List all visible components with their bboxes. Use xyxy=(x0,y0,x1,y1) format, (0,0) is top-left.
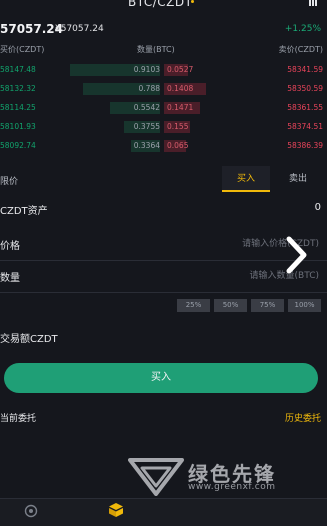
tab-active-indicator xyxy=(222,190,270,192)
percent-buttons: 25% 50% 75% 100% xyxy=(177,299,323,312)
bid-qty: 0.5542 xyxy=(133,103,160,112)
percent-50-button[interactable]: 50% xyxy=(214,299,247,312)
chevron-right-icon[interactable] xyxy=(284,236,308,274)
orderbook-row[interactable]: 58132.32 0.788 0.1408 58350.59 xyxy=(0,83,327,95)
trade-icon[interactable] xyxy=(108,502,124,518)
bid-qty: 0.9103 xyxy=(133,65,160,74)
ask-qty: 0.0527 xyxy=(167,65,194,74)
bid-price: 58147.48 xyxy=(0,65,36,74)
order-history-link[interactable]: 历史委托 xyxy=(285,411,321,424)
menu-icon[interactable] xyxy=(309,0,317,6)
orderbook-row[interactable]: 58092.74 0.3364 0.065 58386.39 xyxy=(0,140,327,152)
tab-buy[interactable]: 买入 xyxy=(222,166,270,192)
bid-price: 58092.74 xyxy=(0,141,36,150)
bid-price: 58132.32 xyxy=(0,84,36,93)
orders-header: 当前委托 历史委托 xyxy=(0,411,327,425)
orderbook-row[interactable]: 58147.48 0.9103 0.0527 58341.59 xyxy=(0,64,327,76)
bid-qty: 0.788 xyxy=(138,84,160,93)
bid-qty: 0.3755 xyxy=(133,122,160,131)
limit-price-label[interactable]: 限价 xyxy=(0,174,18,187)
ask-qty: 0.065 xyxy=(167,141,189,150)
ask-price: 58386.39 xyxy=(287,141,323,150)
asset-value: 0 xyxy=(314,202,321,213)
home-icon[interactable] xyxy=(24,504,38,518)
orderbook-row[interactable]: 58114.25 0.5542 0.1471 58361.55 xyxy=(0,102,327,114)
watermark: 绿色先锋 www.greenxf.com xyxy=(128,456,324,496)
watermark-url: www.greenxf.com xyxy=(188,482,276,492)
orderbook-header: 买价(CZDT) 数量(BTC) 卖价(CZDT) xyxy=(0,44,327,56)
asset-balance: CZDT资产 0 xyxy=(0,199,327,219)
watermark-logo xyxy=(128,458,184,496)
orderbook-row[interactable]: 58101.93 0.3755 0.155 58374.51 xyxy=(0,121,327,133)
tab-sell[interactable]: 卖出 xyxy=(272,166,324,192)
top-bar: BTC/CZDT xyxy=(0,0,327,12)
bid-price: 58114.25 xyxy=(0,103,36,112)
trade-tabs: 限价 买入 卖出 xyxy=(0,166,327,192)
percent-100-button[interactable]: 100% xyxy=(288,299,321,312)
quantity-label: 数量 xyxy=(0,273,20,284)
price-change: +1.25% xyxy=(284,24,321,34)
percent-25-button[interactable]: 25% xyxy=(177,299,210,312)
tab-buy-label: 买入 xyxy=(236,174,255,184)
pair-title[interactable]: BTC/CZDT xyxy=(128,0,192,9)
ask-price: 58341.59 xyxy=(287,65,323,74)
cny-price: ¥57057.24 xyxy=(55,24,104,34)
asset-label: CZDT资产 xyxy=(0,206,48,217)
ask-qty: 0.1471 xyxy=(167,103,194,112)
bid-qty: 0.3364 xyxy=(133,141,160,150)
ask-qty: 0.1408 xyxy=(167,84,194,93)
ask-price: 58350.59 xyxy=(287,84,323,93)
ask-price: 58374.51 xyxy=(287,122,323,131)
tab-sell-label: 卖出 xyxy=(288,174,307,184)
bid-price: 58101.93 xyxy=(0,122,36,131)
buy-button[interactable]: 买入 xyxy=(4,363,318,393)
pair-dropdown-dot xyxy=(191,0,194,3)
price-summary: 57057.24 ¥57057.24 +1.25% xyxy=(0,22,327,38)
ask-price: 58361.55 xyxy=(287,103,323,112)
ask-price-header: 卖价(CZDT) xyxy=(278,45,323,54)
bid-price-header: 买价(CZDT) xyxy=(0,45,45,54)
last-price: 57057.24 xyxy=(0,22,64,36)
price-field: 价格 xyxy=(0,227,327,261)
percent-75-button[interactable]: 75% xyxy=(251,299,284,312)
current-orders-label: 当前委托 xyxy=(0,414,37,424)
price-label: 价格 xyxy=(0,241,20,252)
ask-qty: 0.155 xyxy=(167,122,189,131)
qty-header: 数量(BTC) xyxy=(137,45,175,54)
bottom-nav xyxy=(0,498,327,526)
quantity-field: 数量 xyxy=(0,259,327,293)
trade-total-label: 交易额CZDT xyxy=(0,334,58,345)
